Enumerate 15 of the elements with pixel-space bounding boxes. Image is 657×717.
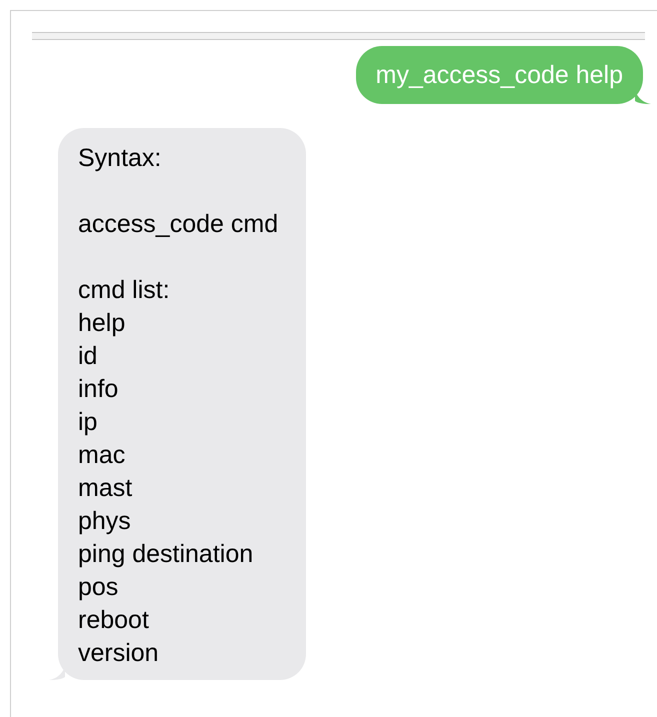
message-text: ip	[78, 407, 98, 438]
message-text: help	[78, 308, 126, 339]
message-text: phys	[78, 506, 132, 537]
message-text: Syntax:	[78, 143, 162, 174]
message-text: version	[78, 638, 160, 669]
message-text: access_code cmd	[78, 209, 278, 240]
message-text: cmd list:	[78, 275, 171, 306]
message-text: reboot	[78, 605, 150, 636]
message-text: mac	[78, 440, 126, 471]
message-text: pos	[78, 572, 120, 603]
message-text: ping destination	[78, 539, 254, 570]
message-text: id	[78, 341, 98, 372]
message-text: info	[78, 374, 120, 405]
message-text: mast	[78, 473, 134, 504]
message-text: my_access_code help	[376, 60, 623, 91]
